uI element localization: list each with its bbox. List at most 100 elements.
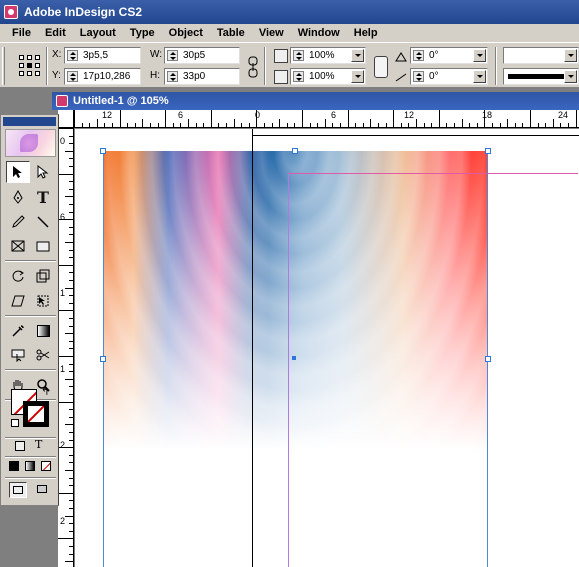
- preview-mode-icon[interactable]: [34, 482, 52, 498]
- scale-y-field[interactable]: 100%: [290, 68, 366, 85]
- hruler-label: 24: [558, 110, 569, 120]
- menu-type[interactable]: Type: [123, 27, 162, 39]
- selection-handle[interactable]: [485, 148, 491, 154]
- stroke-style-preview: [508, 74, 564, 79]
- rotation-dropdown-icon[interactable]: [473, 49, 486, 62]
- document-icon: [56, 95, 68, 107]
- vruler-label: 2: [60, 440, 66, 450]
- apply-color-icon[interactable]: [9, 461, 19, 471]
- toolbox-title-bar[interactable]: [3, 117, 56, 126]
- x-label: X:: [52, 49, 62, 60]
- menu-view[interactable]: View: [252, 27, 291, 39]
- type-tool[interactable]: T: [31, 186, 55, 208]
- menu-file[interactable]: File: [5, 27, 38, 39]
- button-icon: [11, 349, 25, 362]
- pen-tool[interactable]: [6, 186, 30, 208]
- horizontal-ruler[interactable]: 12 6 0 6 12 18 24: [74, 110, 579, 128]
- apply-none-icon[interactable]: [41, 461, 51, 471]
- vruler-label: 2: [60, 516, 66, 526]
- default-fill-stroke-icon[interactable]: [11, 419, 19, 427]
- app-title: Adobe InDesign CS2: [24, 5, 143, 19]
- formatting-text-icon[interactable]: T: [35, 438, 42, 451]
- menu-window[interactable]: Window: [291, 27, 347, 39]
- app-title-bar: Adobe InDesign CS2: [0, 0, 579, 24]
- constrain-proportions-icon[interactable]: [246, 56, 260, 78]
- vertical-ruler[interactable]: 0 6 1 1 2 2: [58, 128, 74, 567]
- x-field[interactable]: 3p5,5: [64, 47, 141, 64]
- normal-view-mode-icon[interactable]: [9, 482, 27, 498]
- scale-x-icon: [274, 49, 288, 63]
- adobe-butterfly-logo[interactable]: [5, 129, 56, 157]
- stroke-dropdown-icon[interactable]: [564, 70, 577, 83]
- direct-selection-tool[interactable]: [31, 161, 55, 183]
- rectangle-tool[interactable]: [31, 235, 55, 257]
- selection-handle[interactable]: [100, 148, 106, 154]
- scissors-icon: [36, 349, 50, 361]
- eyedropper-tool[interactable]: [6, 320, 30, 342]
- menu-layout[interactable]: Layout: [73, 27, 123, 39]
- pencil-tool[interactable]: [6, 211, 30, 233]
- eyedropper-icon: [12, 325, 24, 337]
- shear-angle-field[interactable]: 0°: [410, 68, 488, 85]
- ruler-origin[interactable]: [58, 110, 74, 128]
- button-tool[interactable]: [6, 344, 30, 366]
- rotation-stepper[interactable]: [413, 50, 424, 61]
- document-canvas[interactable]: [75, 129, 579, 567]
- rectangle-frame-tool[interactable]: [6, 235, 30, 257]
- menu-help[interactable]: Help: [347, 27, 385, 39]
- shear-tool[interactable]: [6, 290, 30, 312]
- stroke-style-dropdown[interactable]: [503, 68, 579, 85]
- hollow-arrow-icon: [37, 165, 49, 179]
- scale-y-dropdown-icon[interactable]: [351, 70, 364, 83]
- fill-dropdown-icon[interactable]: [564, 49, 577, 62]
- reference-point-selector[interactable]: [19, 55, 41, 77]
- scale-x-field[interactable]: 100%: [290, 47, 366, 64]
- scale-x-dropdown-icon[interactable]: [351, 49, 364, 62]
- control-panel: X: 3p5,5 Y: 17p10,286 W: 30p5 H: 33p0 10…: [0, 42, 579, 88]
- selection-handle[interactable]: [292, 148, 298, 154]
- menu-object[interactable]: Object: [162, 27, 210, 39]
- menu-edit[interactable]: Edit: [38, 27, 73, 39]
- formatting-container-icon[interactable]: [15, 441, 25, 451]
- swap-fill-stroke-icon[interactable]: ↰: [41, 387, 49, 398]
- stroke-swatch[interactable]: [23, 401, 49, 427]
- constrain-scale-icon[interactable]: [374, 56, 388, 78]
- scale-y-stepper[interactable]: [293, 71, 304, 82]
- x-stepper[interactable]: [67, 50, 78, 61]
- document-title-bar[interactable]: Untitled-1 @ 105%: [52, 92, 579, 110]
- shear-dropdown-icon[interactable]: [473, 70, 486, 83]
- indesign-app-icon: [4, 5, 18, 19]
- scale-x-stepper[interactable]: [293, 50, 304, 61]
- line-tool[interactable]: [31, 211, 55, 233]
- arrow-icon: [13, 166, 22, 178]
- width-field[interactable]: 30p5: [164, 47, 240, 64]
- vruler-label: 6: [60, 212, 66, 222]
- width-stepper[interactable]: [167, 50, 178, 61]
- free-transform-tool[interactable]: [31, 290, 55, 312]
- rotate-tool[interactable]: [6, 265, 30, 287]
- fill-dropdown[interactable]: [503, 47, 579, 64]
- selection-handle[interactable]: [100, 356, 106, 362]
- menu-table[interactable]: Table: [210, 27, 252, 39]
- rotate-angle-icon: [395, 52, 407, 62]
- w-label: W:: [150, 49, 163, 60]
- panel-grip[interactable]: [2, 47, 5, 85]
- vruler-label: 1: [60, 288, 66, 298]
- selection-tool[interactable]: [6, 161, 30, 183]
- pencil-icon: [12, 215, 25, 228]
- scissors-tool[interactable]: [31, 344, 55, 366]
- height-stepper[interactable]: [167, 71, 178, 82]
- height-field[interactable]: 33p0: [164, 68, 240, 85]
- gradient-tool[interactable]: [31, 320, 55, 342]
- y-stepper[interactable]: [67, 71, 78, 82]
- hruler-label: 6: [331, 110, 337, 120]
- hruler-label: 12: [404, 110, 415, 120]
- fill-stroke-swatches[interactable]: ↰: [11, 387, 51, 431]
- selection-center-point[interactable]: [292, 356, 296, 360]
- selection-handle[interactable]: [485, 356, 491, 362]
- rotation-angle-field[interactable]: 0°: [410, 47, 488, 64]
- shear-stepper[interactable]: [413, 71, 424, 82]
- apply-gradient-icon[interactable]: [25, 461, 35, 471]
- y-field[interactable]: 17p10,286: [64, 68, 141, 85]
- scale-tool[interactable]: [31, 265, 55, 287]
